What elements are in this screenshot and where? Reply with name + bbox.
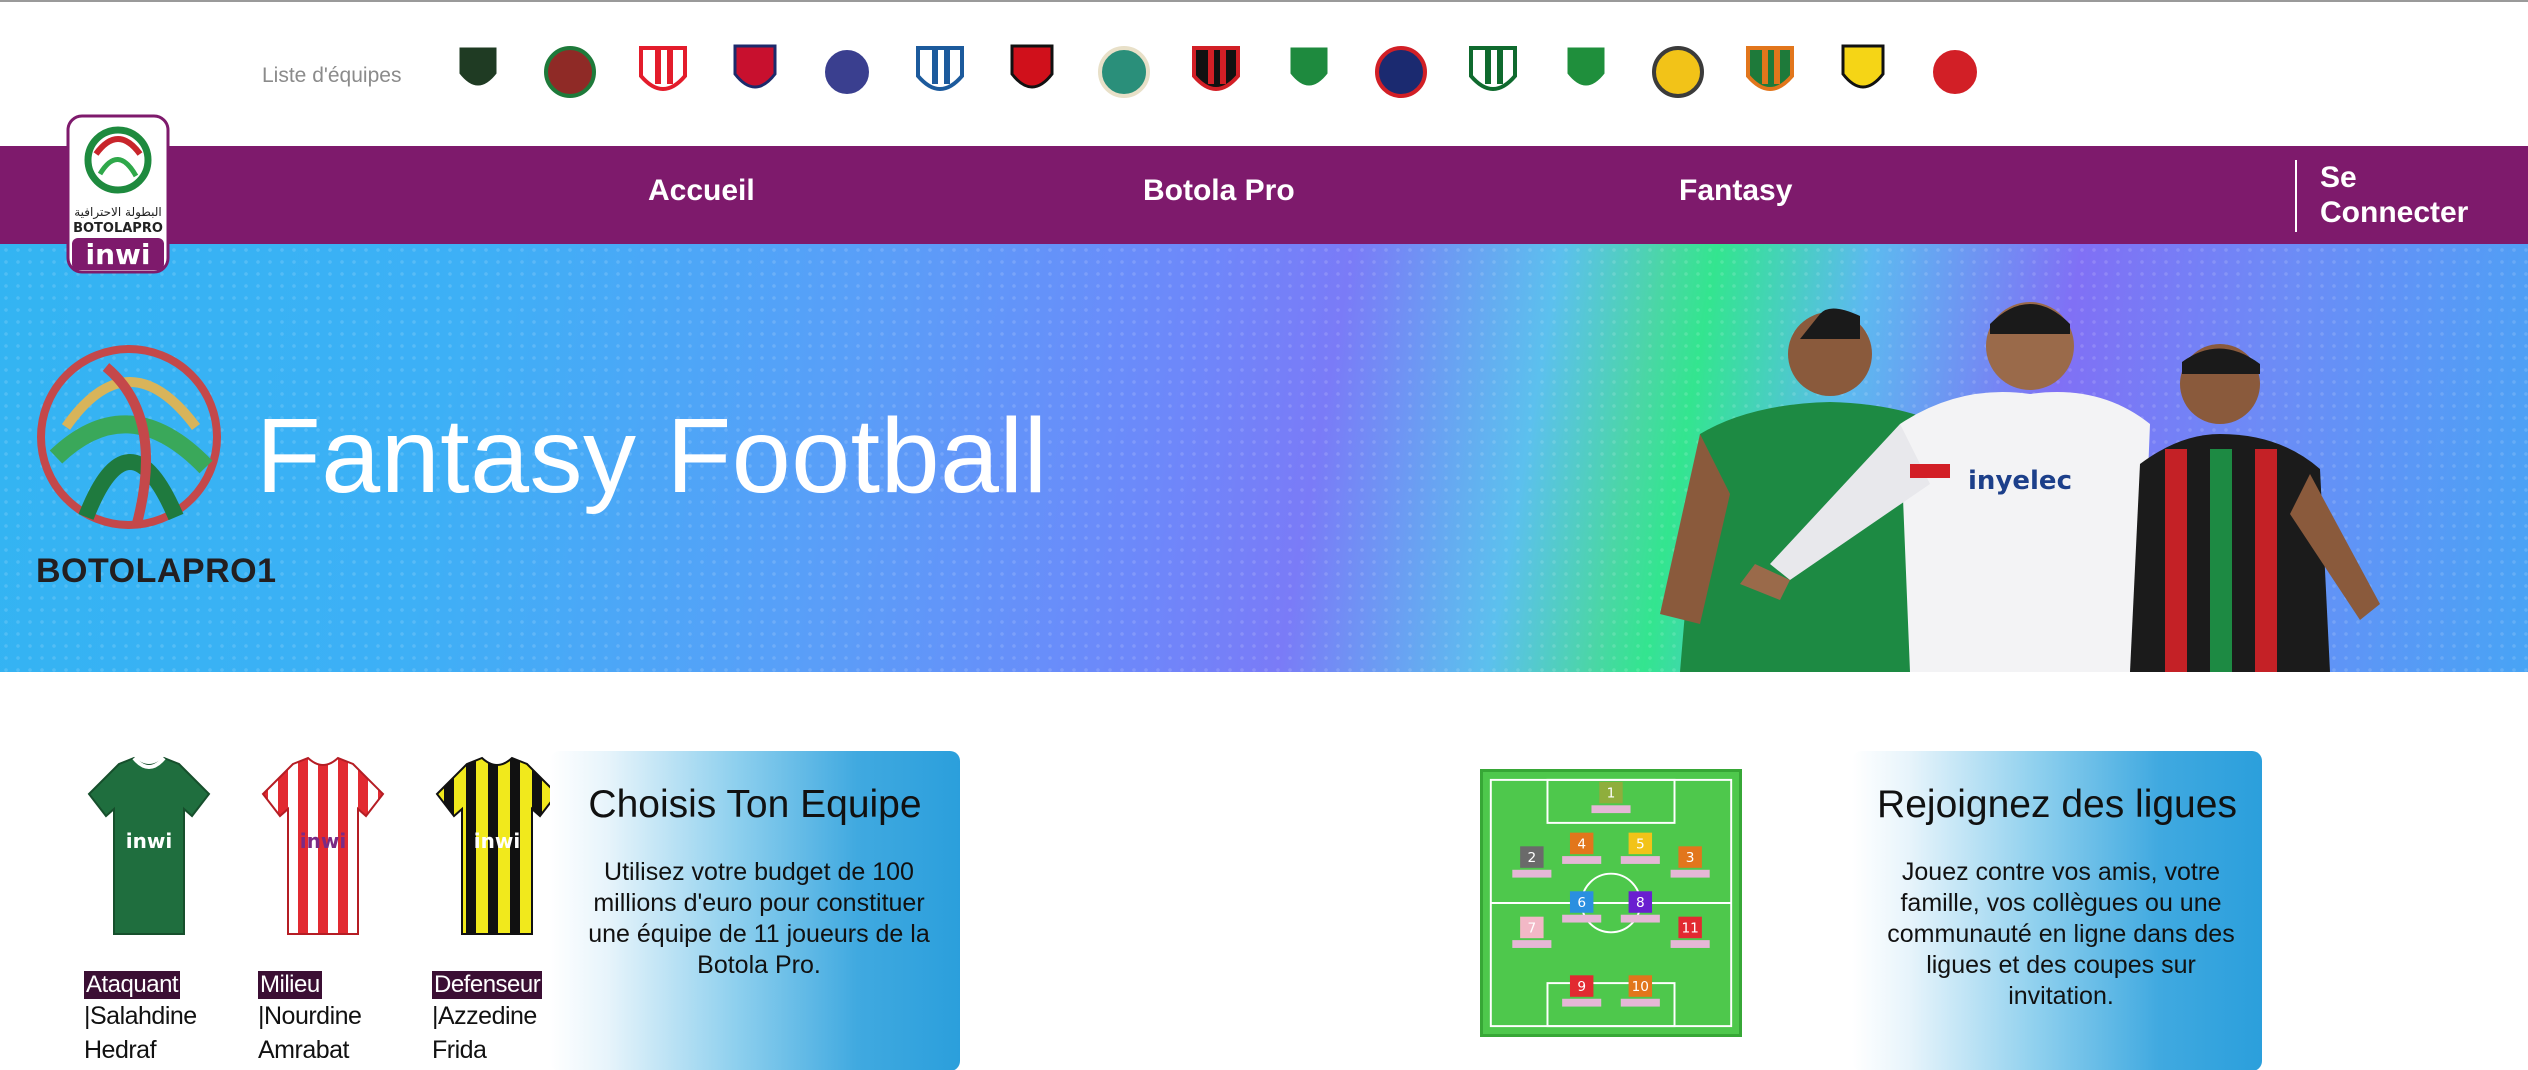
pitch-player-shirt: 6 [1562, 891, 1602, 923]
botola-pro-logo[interactable]: البطولة الاحترافية BOTOLAPRO inwi [66, 114, 170, 274]
hero-title: Fantasy Football [256, 397, 1048, 515]
logo-sponsor-text: inwi [86, 238, 151, 271]
crest-round-teal-icon[interactable] [1094, 40, 1154, 104]
pitch-player-number: 9 [1577, 979, 1586, 995]
pitch-player-shirt: 8 [1620, 891, 1660, 923]
card-text: Jouez contre vos amis, votre famille, vo… [1887, 858, 2235, 1010]
pitch-player-number: 7 [1528, 920, 1537, 936]
crest-ock-icon[interactable] [1463, 40, 1523, 104]
crest-yellow-shield-icon[interactable] [1648, 40, 1708, 104]
pitch-player-shirt: 7 [1512, 916, 1552, 948]
pitch-player-shirt: 11 [1670, 916, 1710, 948]
crest-wac-icon[interactable] [1925, 40, 1985, 104]
team-list-label: Liste d'équipes [262, 64, 402, 87]
kit-defender[interactable]: inwi Defenseur |Azzedine Frida [432, 754, 562, 1067]
pitch-player-shirt: 5 [1620, 832, 1660, 864]
crest-raja-icon[interactable] [1279, 40, 1339, 104]
kit-attacker[interactable]: inwi Ataquant |Salahdine Hedraf [84, 754, 214, 1067]
crest-red-black-ball-icon[interactable] [1186, 40, 1246, 104]
pitch-formation-image: 1 2 3 4 5 6 8 7 11 9 10 [1480, 769, 1742, 1037]
position-tag: Ataquant [84, 971, 181, 999]
hero-banner: BOTOLAPRO1 Fantasy Football inyelec [0, 244, 2528, 672]
card-title: Choisis Ton Equipe [588, 783, 922, 826]
nav-accueil-link[interactable]: Accueil [648, 174, 755, 208]
pitch-player-number: 8 [1636, 895, 1645, 911]
pitch-players: 1 2 3 4 5 6 8 7 11 9 10 [1512, 781, 1710, 1007]
nav-fantasy-link[interactable]: Fantasy [1679, 174, 1792, 208]
svg-text:inwi: inwi [474, 829, 520, 853]
yellow-striped-jersey-icon: inwi [435, 756, 559, 935]
green-jersey-icon: inwi [87, 756, 211, 935]
pitch-player-shirt: 3 [1670, 846, 1710, 878]
svg-text:inyelec: inyelec [1968, 466, 2072, 496]
hero-brand-text: BOTOLAPRO1 [36, 552, 277, 590]
page: Liste d'équipes Accueil Botola Pro Fanta… [0, 0, 2528, 1070]
svg-text:inwi: inwi [300, 829, 346, 853]
pitch-player-number: 11 [1681, 920, 1698, 936]
pitch-player-number: 5 [1636, 836, 1645, 852]
pitch-player-shirt: 1 [1591, 781, 1631, 814]
pitch-player-shirt: 2 [1512, 846, 1552, 878]
crest-navy-red-icon[interactable] [1371, 40, 1431, 104]
player-name: |Nourdine Amrabat [258, 1002, 362, 1064]
crest-far-icon[interactable] [540, 40, 600, 104]
crest-yellow-black-icon[interactable] [1833, 40, 1893, 104]
player-name: |Salahdine Hedraf [84, 1002, 197, 1064]
join-leagues-card[interactable]: Rejoignez des ligues Jouez contre vos am… [1852, 751, 2262, 1070]
choose-team-card[interactable]: Choisis Ton Equipe Utilisez votre budget… [550, 751, 960, 1070]
login-link[interactable]: Se Connecter [2320, 160, 2490, 230]
crest-fus-icon[interactable] [1002, 40, 1062, 104]
pitch-player-number: 6 [1577, 895, 1586, 911]
crest-green-star-icon[interactable] [1556, 40, 1616, 104]
position-tag: Milieu [258, 971, 322, 999]
players-image: inyelec [1660, 302, 2380, 672]
pitch-player-shirt: 10 [1620, 975, 1660, 1007]
crest-striped-shield-icon[interactable] [725, 40, 785, 104]
nav-botola-pro-link[interactable]: Botola Pro [1143, 174, 1295, 208]
nav-divider [2295, 160, 2297, 232]
main-navbar: Accueil Botola Pro Fantasy Se Connecter [0, 146, 2528, 244]
crest-red-white-icon[interactable] [633, 40, 693, 104]
card-title: Rejoignez des ligues [1877, 783, 2237, 826]
player-name: |Azzedine Frida [432, 1002, 537, 1064]
red-striped-jersey-icon: inwi [261, 756, 385, 935]
logo-name-text: BOTOLAPRO [73, 221, 163, 236]
pitch-player-number: 1 [1607, 785, 1616, 801]
crest-blue-white-icon[interactable] [817, 40, 877, 104]
crest-blue-badge-icon[interactable] [910, 40, 970, 104]
logo-arabic-text: البطولة الاحترافية [74, 205, 162, 220]
svg-text:inwi: inwi [126, 829, 172, 853]
pitch-player-number: 10 [1632, 979, 1649, 995]
pitch-player-shirt: 9 [1562, 975, 1602, 1007]
crest-green-black-icon[interactable] [448, 40, 508, 104]
pitch-player-number: 3 [1686, 850, 1695, 866]
pitch-player-number: 4 [1577, 836, 1586, 852]
kit-midfielder[interactable]: inwi Milieu |Nourdine Amrabat [258, 754, 388, 1067]
crest-round-orange-icon[interactable] [1740, 40, 1800, 104]
pitch-player-shirt: 4 [1562, 832, 1602, 864]
team-strip: Liste d'équipes [0, 2, 2528, 146]
card-text: Utilisez votre budget de 100 millions d'… [588, 858, 930, 979]
position-tag: Defenseur [432, 971, 543, 999]
pitch-player-number: 2 [1528, 850, 1537, 866]
